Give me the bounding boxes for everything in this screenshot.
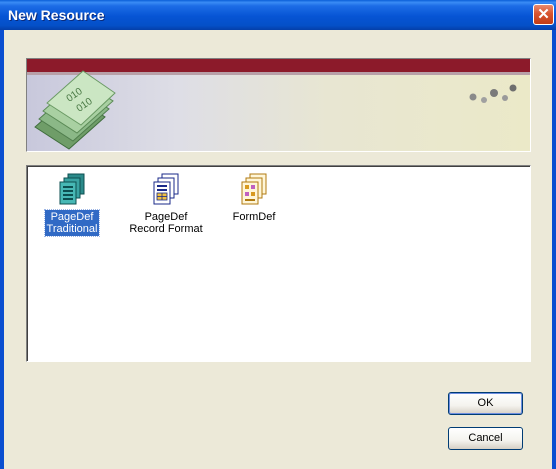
resource-item-label: FormDef bbox=[232, 211, 276, 223]
title-bar[interactable]: New Resource ✕ bbox=[0, 0, 556, 30]
close-button[interactable]: ✕ bbox=[533, 4, 554, 25]
resource-item-label: PageDef Record Format bbox=[129, 211, 203, 235]
dots-decoration-icon bbox=[469, 84, 517, 103]
pagedef-record-format-icon bbox=[153, 173, 179, 205]
resource-item-pagedef-record-format[interactable]: PageDef Record Format bbox=[121, 172, 211, 236]
pagedef-traditional-icon bbox=[59, 173, 85, 205]
cancel-button[interactable]: Cancel bbox=[448, 427, 523, 450]
window-title: New Resource bbox=[8, 7, 105, 23]
close-icon: ✕ bbox=[537, 6, 550, 23]
resource-list[interactable]: PageDef Traditional PageDef Record Forma… bbox=[26, 165, 531, 362]
resource-item-label: PageDef Traditional bbox=[43, 209, 101, 237]
money-bills-icon: 010 010 bbox=[34, 70, 116, 150]
resource-item-formdef[interactable]: FormDef bbox=[209, 172, 299, 224]
window-frame-left bbox=[0, 30, 4, 469]
header-banner: 010 010 bbox=[26, 58, 531, 152]
resource-item-pagedef-traditional[interactable]: PageDef Traditional bbox=[27, 172, 117, 237]
ok-button[interactable]: OK bbox=[448, 392, 523, 415]
formdef-icon bbox=[241, 173, 267, 205]
window-frame-right bbox=[552, 30, 556, 469]
